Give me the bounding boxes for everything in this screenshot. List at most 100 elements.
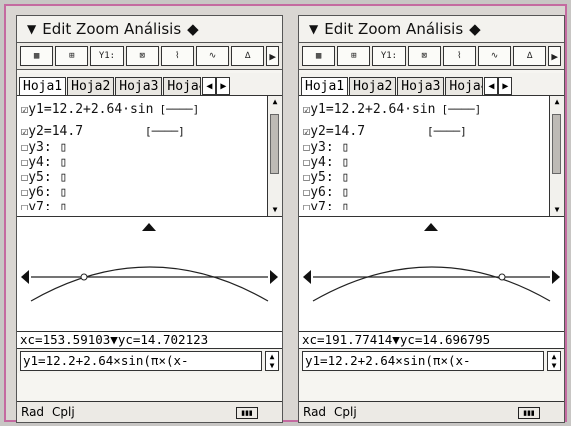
coordinate-readout: xc=191.77414▼yc=14.696795 <box>299 332 564 348</box>
zoom-box-icon[interactable]: ⊠ <box>407 46 441 66</box>
function-text: y7: <box>28 200 52 210</box>
battery-icon: ▮▮▮ <box>518 407 540 419</box>
pan-up-icon[interactable] <box>424 223 438 231</box>
entry-line: y1=12.2+2.64×sin(π×(x- ▲ ▼ <box>299 348 564 373</box>
tab-hoja3[interactable]: Hoja3 <box>115 77 163 95</box>
spin-updown-icon[interactable]: ▲ ▼ <box>265 351 279 371</box>
function-row-y7[interactable]: ☐y7: ▯ <box>17 200 282 210</box>
split-icon[interactable]: ⊞ <box>55 46 89 66</box>
graph-window[interactable] <box>299 217 564 332</box>
list-scrollbar[interactable]: ▲ ▼ <box>267 96 282 216</box>
menu-bar: ▼ Edit Zoom Análisis ◆ <box>17 16 282 43</box>
graph-icon[interactable]: ⌇ <box>442 46 476 66</box>
graph-canvas <box>303 223 560 302</box>
function-row-y3[interactable]: ☐y3: ▯ <box>17 140 282 155</box>
spin-updown-icon[interactable]: ▲ ▼ <box>547 351 561 371</box>
tab-hoja2[interactable]: Hoja2 <box>349 77 397 95</box>
function-text: y2=14.7 <box>310 124 366 139</box>
trace-icon[interactable]: ∿ <box>195 46 230 66</box>
function-text: y3: <box>28 140 52 155</box>
number-format[interactable]: Cplj <box>334 402 357 422</box>
scroll-thumb[interactable] <box>270 114 279 174</box>
graph-window[interactable] <box>17 217 282 332</box>
tab-scroll-left-icon[interactable]: ◀ <box>202 77 217 95</box>
zoom-box-icon[interactable]: ⊠ <box>125 46 159 66</box>
table-icon[interactable]: ▦ <box>20 46 54 66</box>
entry-line: y1=12.2+2.64×sin(π×(x- ▲ ▼ <box>17 348 282 373</box>
angle-mode[interactable]: Rad <box>303 402 326 422</box>
toolbar-scroll-right-icon[interactable]: ▶ <box>548 46 561 66</box>
tab-hoja4[interactable]: Hoja4 <box>445 77 484 95</box>
function-row-y6[interactable]: ☐y6: ▯ <box>299 185 564 200</box>
function-row-y2[interactable]: ☑y2=14.7 [────] <box>17 122 282 140</box>
pan-left-icon[interactable] <box>303 270 311 284</box>
function-row-y4[interactable]: ☐y4: ▯ <box>17 155 282 170</box>
range-input[interactable]: [────] <box>427 125 467 138</box>
range-input[interactable]: [────] <box>441 103 481 116</box>
dy-dx-icon[interactable]: ∆ <box>513 46 547 66</box>
tab-hoja4[interactable]: Hoja4 <box>163 77 202 95</box>
function-row-y1[interactable]: ☑y1=12.2+2.64·sin [────] <box>17 96 282 122</box>
function-text: y6: <box>310 185 334 200</box>
function-text: y1=12.2+2.64·sin <box>28 102 154 117</box>
coordinate-readout: xc=153.59103▼yc=14.702123 <box>17 332 282 348</box>
scroll-thumb[interactable] <box>552 114 561 174</box>
scroll-down-icon[interactable]: ▼ <box>550 204 564 216</box>
menu-label[interactable]: Edit Zoom Análisis <box>42 20 181 38</box>
tab-hoja1[interactable]: Hoja1 <box>301 77 349 95</box>
pan-left-icon[interactable] <box>21 270 29 284</box>
scroll-down-icon[interactable]: ▼ <box>268 204 282 216</box>
trace-cursor[interactable] <box>80 273 88 281</box>
formula-input[interactable]: y1=12.2+2.64×sin(π×(x- <box>302 351 544 371</box>
function-text: y4: <box>310 155 334 170</box>
angle-mode[interactable]: Rad <box>21 402 44 422</box>
menu-bar: ▼ Edit Zoom Análisis ◆ <box>299 16 564 43</box>
dy-dx-icon[interactable]: ∆ <box>231 46 265 66</box>
split-icon[interactable]: ⊞ <box>337 46 371 66</box>
range-input[interactable]: [────] <box>145 125 185 138</box>
function-list-icon[interactable]: Y1: <box>90 46 124 66</box>
chevron-down-icon[interactable]: ▼ <box>27 22 36 36</box>
formula-input[interactable]: y1=12.2+2.64×sin(π×(x- <box>20 351 262 371</box>
list-scrollbar[interactable]: ▲ ▼ <box>549 96 564 216</box>
chevron-down-icon[interactable]: ▼ <box>309 22 318 36</box>
pan-up-icon[interactable] <box>142 223 156 231</box>
function-row-y5[interactable]: ☐y5: ▯ <box>17 170 282 185</box>
battery-icon: ▮▮▮ <box>236 407 258 419</box>
number-format[interactable]: Cplj <box>52 402 75 422</box>
tab-hoja3[interactable]: Hoja3 <box>397 77 445 95</box>
toolbar-scroll-right-icon[interactable]: ▶ <box>266 46 279 66</box>
tab-scroll-right-icon[interactable]: ▶ <box>498 77 513 95</box>
graph-icon[interactable]: ⌇ <box>160 46 194 66</box>
graph-canvas <box>21 223 278 302</box>
function-row-y2[interactable]: ☑y2=14.7 [────] <box>299 122 564 140</box>
function-text: y7: <box>310 200 334 210</box>
tab-hoja2[interactable]: Hoja2 <box>67 77 115 95</box>
trace-cursor[interactable] <box>498 273 506 281</box>
pan-right-icon[interactable] <box>552 270 560 284</box>
menu-label[interactable]: Edit Zoom Análisis <box>324 20 463 38</box>
function-row-y3[interactable]: ☐y3: ▯ <box>299 140 564 155</box>
function-text: y1=12.2+2.64·sin <box>310 102 436 117</box>
tab-hoja1[interactable]: Hoja1 <box>19 77 67 95</box>
pan-right-icon[interactable] <box>270 270 278 284</box>
diamond-icon[interactable]: ◆ <box>469 20 481 38</box>
trace-icon[interactable]: ∿ <box>477 46 512 66</box>
sheet-tabs: Hoja1 Hoja2 Hoja3 Hoja4 ◀ ▶ <box>17 73 282 96</box>
status-bar: Rad Cplj ▮▮▮ <box>299 401 564 422</box>
range-input[interactable]: [────] <box>159 103 199 116</box>
table-icon[interactable]: ▦ <box>302 46 336 66</box>
function-list-icon[interactable]: Y1: <box>372 46 406 66</box>
scroll-up-icon[interactable]: ▲ <box>268 96 282 108</box>
diamond-icon[interactable]: ◆ <box>187 20 199 38</box>
function-row-y4[interactable]: ☐y4: ▯ <box>299 155 564 170</box>
function-row-y6[interactable]: ☐y6: ▯ <box>17 185 282 200</box>
function-row-y1[interactable]: ☑y1=12.2+2.64·sin [────] <box>299 96 564 122</box>
function-row-y7[interactable]: ☐y7: ▯ <box>299 200 564 210</box>
tab-scroll-left-icon[interactable]: ◀ <box>484 77 499 95</box>
function-row-y5[interactable]: ☐y5: ▯ <box>299 170 564 185</box>
function-text: y4: <box>28 155 52 170</box>
tab-scroll-right-icon[interactable]: ▶ <box>216 77 231 95</box>
scroll-up-icon[interactable]: ▲ <box>550 96 564 108</box>
calculator-screen-right: ▼ Edit Zoom Análisis ◆ ▦ ⊞ Y1: ⊠ ⌇ ∿ ∆ ▶… <box>298 15 565 423</box>
